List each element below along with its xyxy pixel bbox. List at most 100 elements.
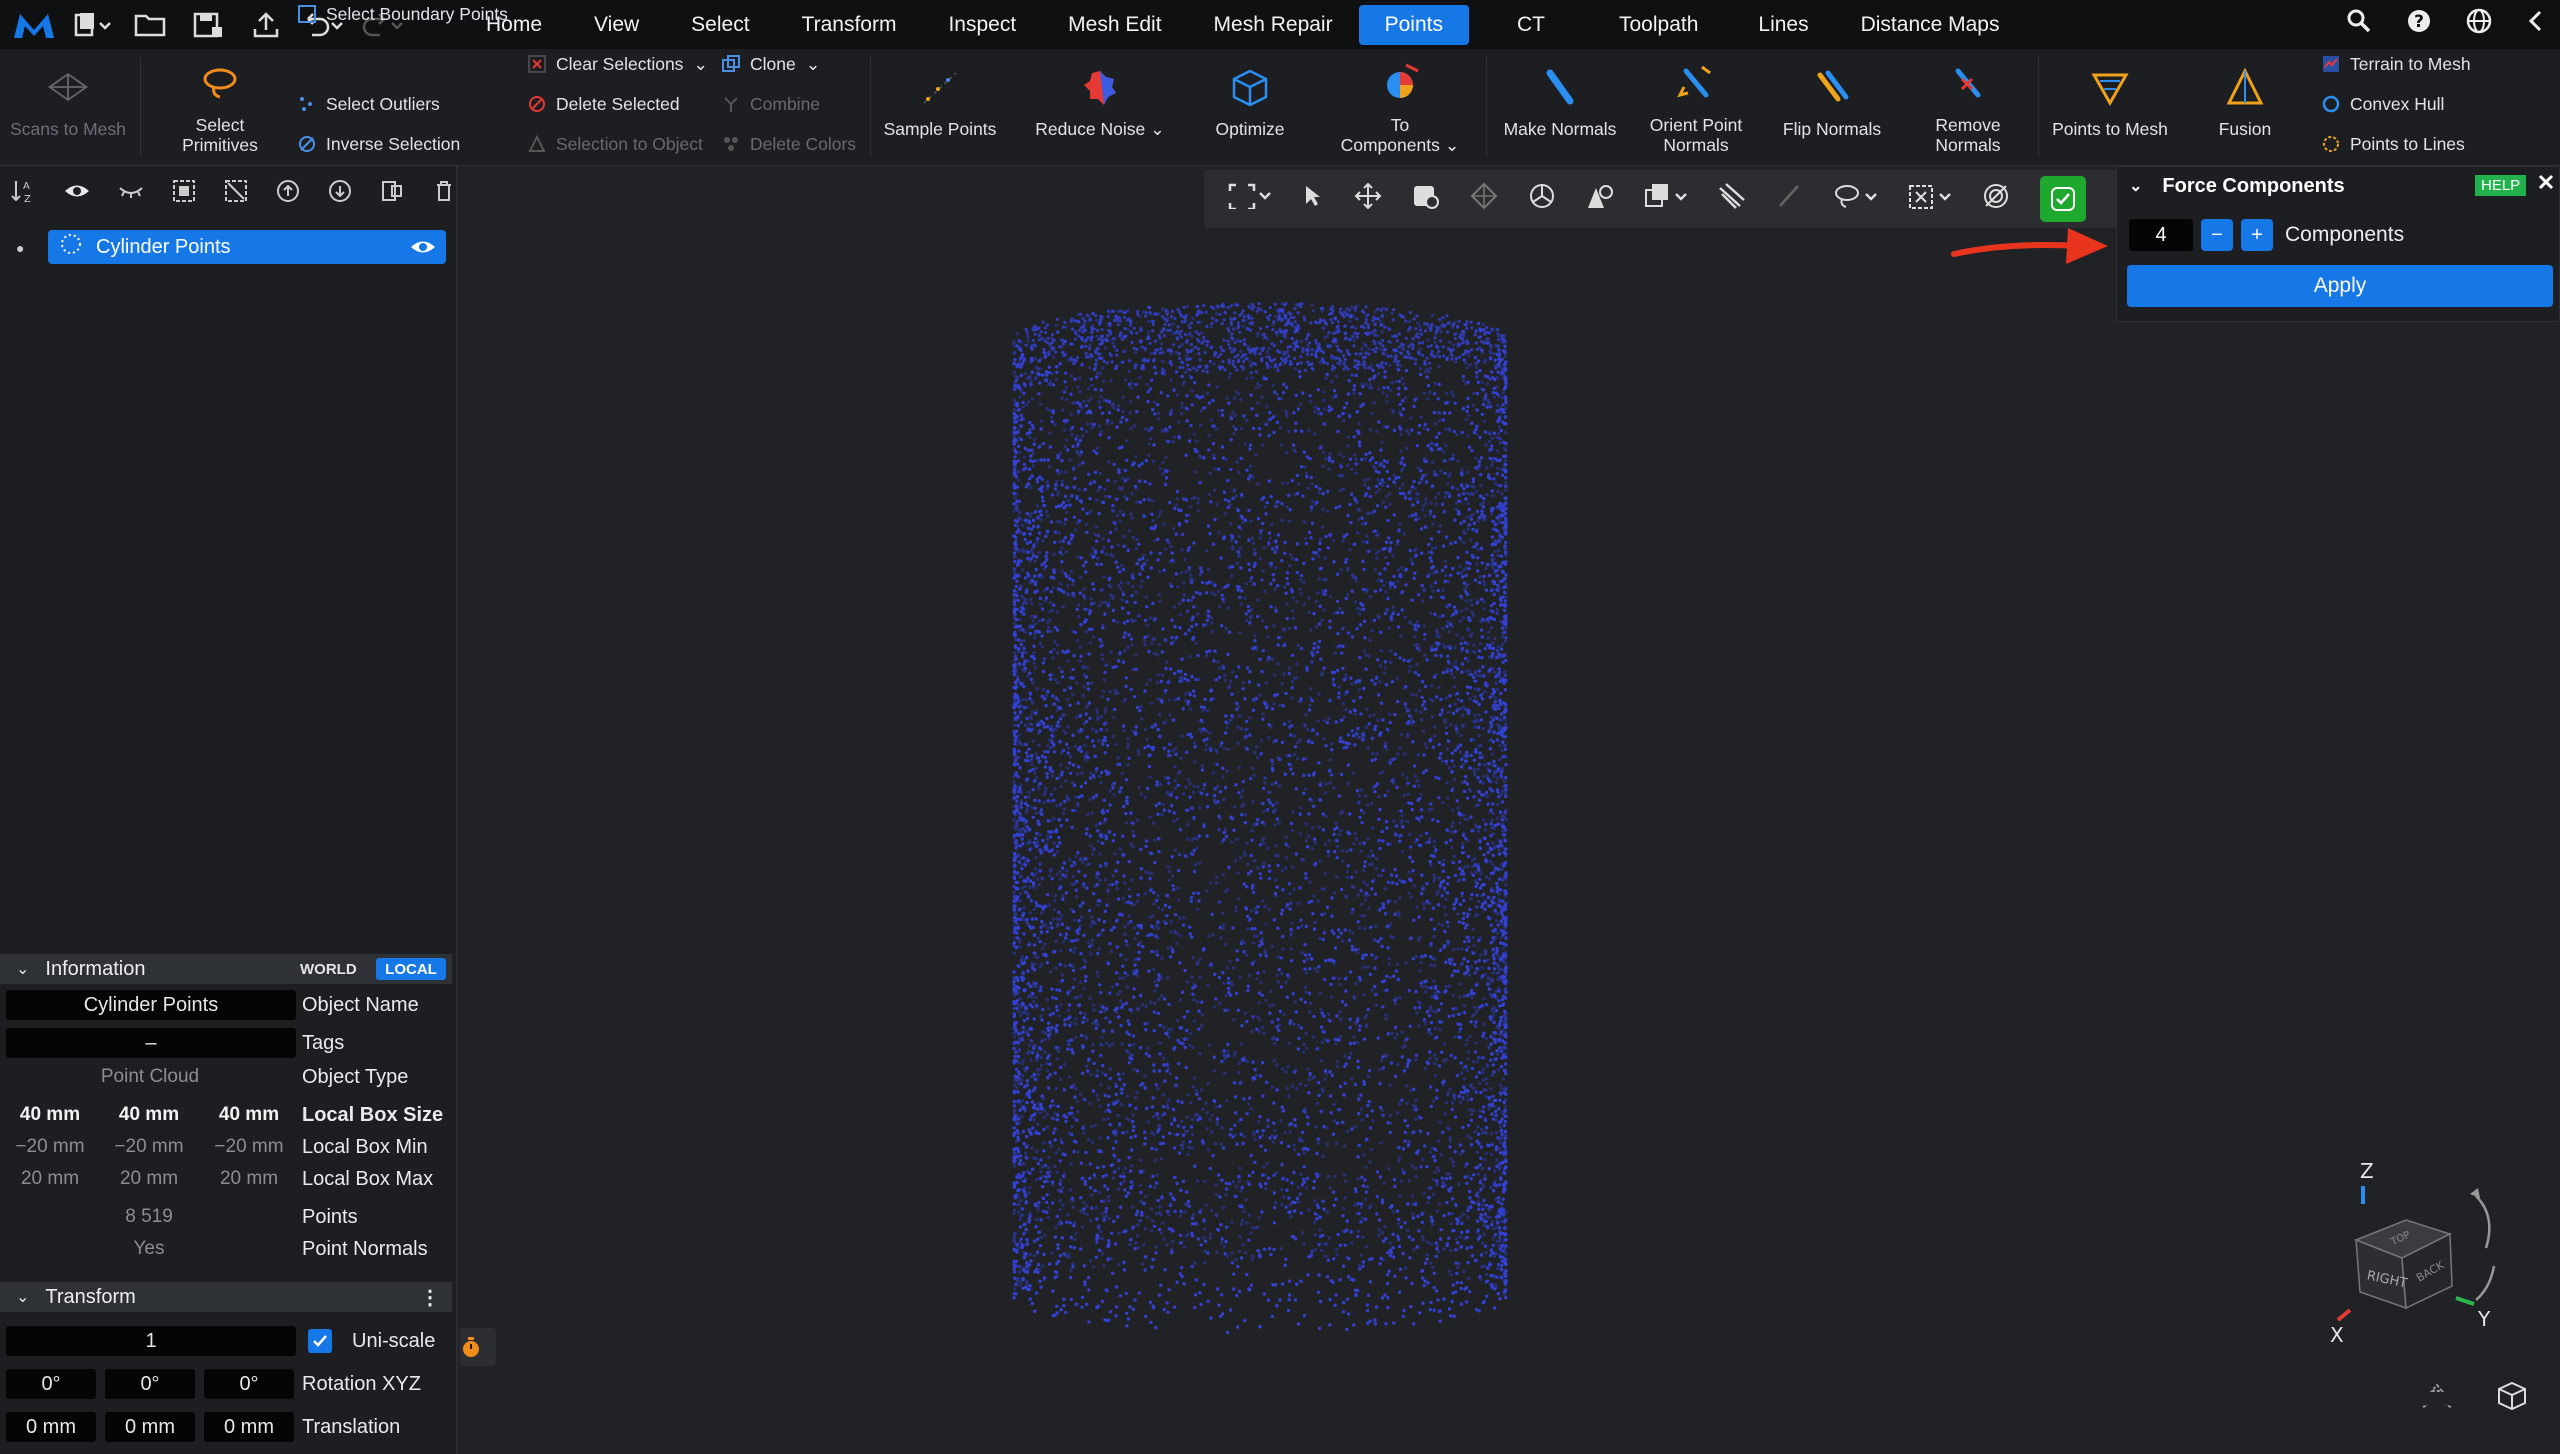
- new-file-icon[interactable]: [66, 5, 118, 45]
- tab-ct[interactable]: CT: [1491, 5, 1571, 45]
- translation-label: Translation: [302, 1416, 401, 1438]
- combine-button[interactable]: Combine: [722, 89, 820, 119]
- apply-button[interactable]: Apply: [2127, 265, 2553, 307]
- tags-field[interactable]: –: [6, 1028, 296, 1058]
- tree-item-cylinder-points[interactable]: Cylinder Points: [48, 230, 446, 264]
- collapse-chevron-icon[interactable]: [2526, 8, 2546, 41]
- increment-button[interactable]: +: [2241, 219, 2273, 251]
- outliers-icon: [298, 95, 316, 113]
- local-toggle[interactable]: LOCAL: [376, 958, 446, 980]
- translation-y-field[interactable]: 0 mm: [105, 1412, 195, 1442]
- transform-header[interactable]: ⌄ Transform ⋮: [0, 1282, 452, 1312]
- sample-points-button[interactable]: Sample Points: [880, 59, 1000, 139]
- terrain-to-mesh-label: Terrain to Mesh: [2350, 53, 2471, 74]
- delete-selected-button[interactable]: Delete Selected: [528, 89, 680, 119]
- flip-normals-button[interactable]: Flip Normals: [1770, 59, 1894, 139]
- fusion-label: Fusion: [2218, 119, 2272, 139]
- delete-colors-button[interactable]: Delete Colors: [722, 129, 856, 159]
- decrement-button[interactable]: −: [2201, 219, 2233, 251]
- tab-points[interactable]: Points: [1358, 4, 1469, 45]
- 3d-viewport[interactable]: ⋮ Z RIGHT BACK TOP X Y: [460, 166, 2560, 1454]
- points-label: Points: [302, 1206, 358, 1228]
- points-to-mesh-button[interactable]: Points to Mesh: [2048, 59, 2172, 139]
- transform-more-icon[interactable]: ⋮: [420, 1285, 440, 1310]
- hide-all-icon[interactable]: [118, 178, 144, 210]
- translation-x-field[interactable]: 0 mm: [6, 1412, 96, 1442]
- select-primitives-button[interactable]: Select Primitives: [160, 55, 280, 155]
- timer-icon[interactable]: [460, 1328, 496, 1366]
- ribbon-toolbar: Scans to Mesh Select Primitives Select B…: [0, 4, 2560, 166]
- force-components-header[interactable]: ⌄ Force Components HELP: [2117, 167, 2559, 205]
- terrain-icon: [2322, 55, 2340, 73]
- tab-mesh-edit[interactable]: Mesh Edit: [1042, 5, 1187, 45]
- optimize-button[interactable]: Optimize: [1190, 59, 1310, 139]
- move-up-icon[interactable]: [276, 179, 300, 209]
- terrain-to-mesh-button[interactable]: Terrain to Mesh: [2322, 49, 2471, 79]
- orientation-gizmo[interactable]: Z RIGHT BACK TOP X Y: [2330, 1146, 2530, 1346]
- make-normals-icon: [1538, 65, 1582, 109]
- components-count-input[interactable]: [2129, 219, 2193, 251]
- panel-collapse-icon[interactable]: ⌄: [2129, 176, 2142, 196]
- reduce-noise-button[interactable]: Reduce Noise ⌄: [1030, 59, 1170, 139]
- make-normals-button[interactable]: Make Normals: [1498, 59, 1622, 139]
- tab-lines[interactable]: Lines: [1732, 5, 1834, 45]
- information-header[interactable]: ⌄ Information WORLD LOCAL: [0, 954, 452, 984]
- close-icon[interactable]: [2537, 173, 2555, 197]
- open-folder-icon[interactable]: [124, 5, 176, 45]
- points-to-lines-label: Points to Lines: [2350, 133, 2465, 154]
- rotation-x-field[interactable]: 0°: [6, 1369, 96, 1399]
- export-icon[interactable]: [240, 5, 292, 45]
- tab-mesh-repair[interactable]: Mesh Repair: [1188, 5, 1359, 45]
- selection-to-object-button[interactable]: Selection to Object: [528, 129, 703, 159]
- object-name-field[interactable]: Cylinder Points: [6, 990, 296, 1020]
- view-cube-toggle-icon[interactable]: [2496, 1380, 2528, 1417]
- uniscale-checkbox[interactable]: [308, 1329, 332, 1353]
- convex-hull-button[interactable]: Convex Hull: [2322, 89, 2444, 119]
- show-all-icon[interactable]: [64, 178, 90, 210]
- clone-button[interactable]: Clone ⌄: [722, 49, 820, 79]
- visibility-eye-icon[interactable]: [410, 236, 436, 264]
- tab-select[interactable]: Select: [665, 5, 775, 45]
- search-icon[interactable]: [2346, 8, 2372, 41]
- sort-az-icon[interactable]: AZ: [10, 178, 36, 210]
- deselect-icon[interactable]: [224, 179, 248, 209]
- orient-point-normals-button[interactable]: Orient Point Normals: [1634, 53, 1758, 155]
- globe-icon[interactable]: [2466, 8, 2492, 41]
- information-title: Information: [45, 957, 146, 980]
- box-max-y: 20 mm: [119, 1168, 179, 1189]
- rotation-z-field[interactable]: 0°: [204, 1369, 294, 1399]
- ribbon-divider: [870, 57, 871, 157]
- app-logo[interactable]: [8, 5, 60, 45]
- transform-title: Transform: [45, 1285, 136, 1308]
- translation-z-field[interactable]: 0 mm: [204, 1412, 294, 1442]
- box-size-label: Local Box Size: [302, 1104, 444, 1126]
- trash-icon[interactable]: [432, 179, 456, 209]
- save-icon[interactable]: [182, 5, 234, 45]
- points-to-lines-button[interactable]: Points to Lines: [2322, 129, 2465, 159]
- help-icon[interactable]: ?: [2406, 8, 2432, 41]
- select-all-icon[interactable]: [172, 179, 196, 209]
- tab-transform[interactable]: Transform: [776, 5, 923, 45]
- inverse-selection-button[interactable]: Inverse Selection: [298, 129, 460, 159]
- help-badge[interactable]: HELP: [2475, 175, 2527, 196]
- select-outliers-button[interactable]: Select Outliers: [298, 89, 440, 119]
- group-icon[interactable]: [380, 179, 404, 209]
- tags-label: Tags: [302, 1032, 345, 1054]
- move-down-icon[interactable]: [328, 179, 352, 209]
- tab-view[interactable]: View: [568, 5, 665, 45]
- world-toggle[interactable]: WORLD: [300, 961, 357, 978]
- scale-field[interactable]: 1: [6, 1326, 296, 1356]
- fusion-button[interactable]: Fusion: [2190, 59, 2300, 139]
- rotation-y-field[interactable]: 0°: [105, 1369, 195, 1399]
- clear-selections-icon: [528, 55, 546, 73]
- remove-normals-button[interactable]: Remove Normals: [1906, 53, 2030, 155]
- select-boundary-points-button[interactable]: Select Boundary Points: [298, 0, 508, 29]
- scans-to-mesh-button[interactable]: Scans to Mesh: [8, 59, 128, 139]
- tab-inspect[interactable]: Inspect: [922, 5, 1042, 45]
- clear-selections-button[interactable]: Clear Selections ⌄: [528, 49, 708, 79]
- to-components-button[interactable]: To Components ⌄: [1330, 53, 1470, 155]
- reset-view-icon[interactable]: [2420, 1382, 2454, 1417]
- tab-distance-maps[interactable]: Distance Maps: [1835, 5, 2026, 45]
- box-max-z: 20 mm: [219, 1168, 279, 1189]
- tab-toolpath[interactable]: Toolpath: [1593, 5, 1724, 45]
